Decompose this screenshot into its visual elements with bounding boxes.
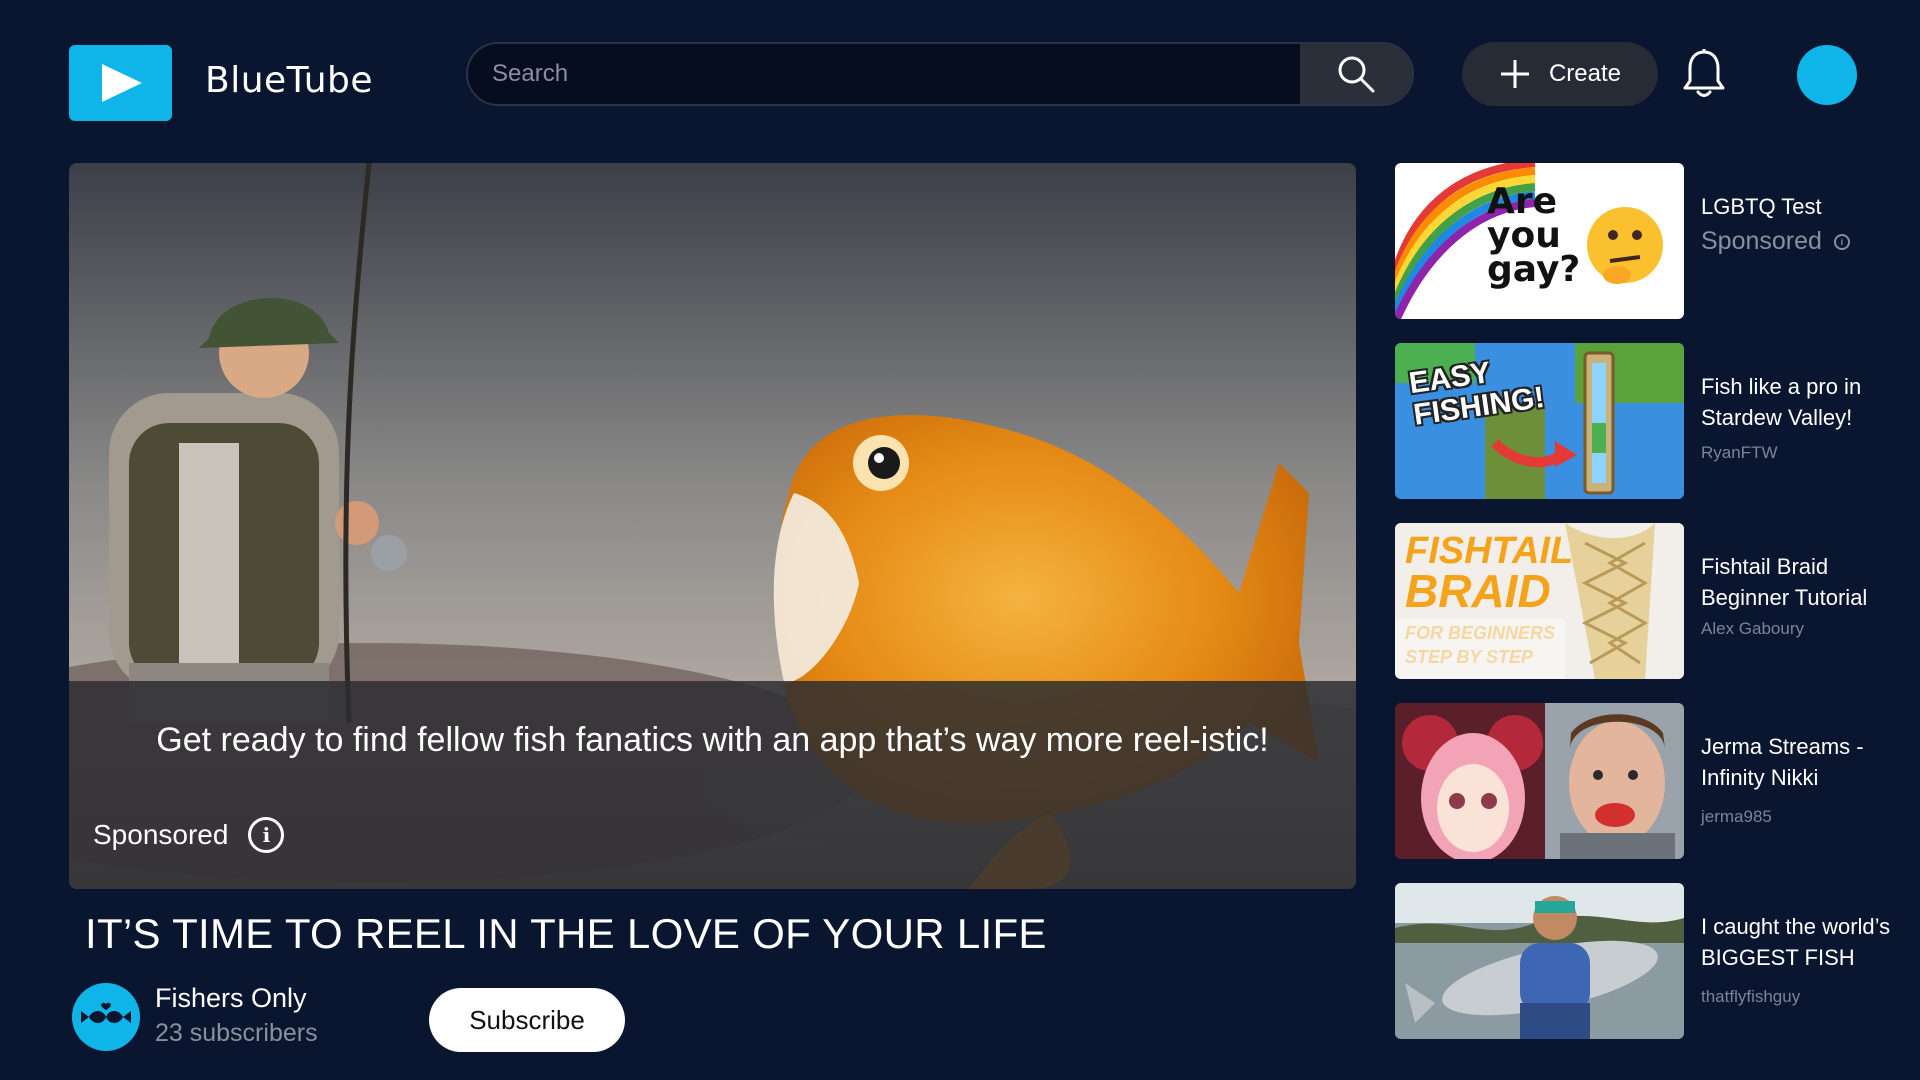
play-logo-icon	[101, 64, 142, 102]
channel-name[interactable]: Fishers Only	[155, 983, 307, 1014]
video-caption-overlay: Get ready to find fellow fish fanatics w…	[69, 681, 1356, 889]
thumb-text: BRAID	[1405, 565, 1551, 617]
sidebar-item-title: Jerma Streams - Infinity Nikki	[1701, 734, 1864, 790]
sidebar-item-jerma-streams[interactable]: Jerma Streams - Infinity Nikki jerma985	[1395, 703, 1910, 859]
channel-name[interactable]: jerma985	[1701, 807, 1772, 827]
sponsored-indicator: Sponsored i	[93, 817, 285, 853]
channel-name[interactable]: Alex Gaboury	[1701, 619, 1804, 639]
thumb-text: FOR BEGINNERS	[1405, 623, 1556, 643]
sidebar-item-title: Fish like a pro in Stardew Valley!	[1701, 374, 1862, 430]
search-input[interactable]	[468, 44, 1300, 104]
video-thumbnail: EASY FISHING!	[1395, 343, 1684, 499]
sidebar-item-title: LGBTQ Test	[1701, 194, 1822, 219]
thumb-text: you	[1487, 215, 1561, 256]
stream-image	[1395, 703, 1684, 859]
sponsored-indicator: Sponsored i	[1701, 227, 1850, 256]
video-caption: Get ready to find fellow fish fanatics w…	[156, 721, 1269, 759]
video-thumbnail: FISHTAIL BRAID FOR BEGINNERS STEP BY STE…	[1395, 523, 1684, 679]
brand-logo[interactable]	[69, 45, 172, 121]
subscriber-count: 23 subscribers	[155, 1019, 318, 1047]
channel-avatar[interactable]	[72, 983, 140, 1051]
video-thumbnail: Are you gay?	[1395, 163, 1684, 319]
subscribe-button[interactable]: Subscribe	[429, 988, 625, 1052]
sidebar-item-lgbtq-test[interactable]: Are you gay? LGBTQ Test Sponsored i	[1395, 163, 1910, 319]
thumb-text: STEP BY STEP	[1405, 647, 1534, 667]
video-thumbnail	[1395, 883, 1684, 1039]
info-icon[interactable]: i	[248, 817, 285, 853]
sidebar-item-title: I caught the world’s BIGGEST FISH	[1701, 914, 1891, 970]
user-avatar[interactable]	[1797, 45, 1857, 105]
search-icon	[1338, 56, 1375, 93]
search-bar	[466, 42, 1414, 106]
big-fish-image	[1395, 883, 1684, 1039]
info-icon[interactable]: i	[1833, 233, 1850, 250]
sponsored-label: Sponsored	[1701, 227, 1822, 255]
bell-icon[interactable]	[1682, 48, 1726, 100]
thumb-text: Are	[1487, 181, 1558, 222]
plus-icon	[1500, 60, 1529, 88]
video-title: IT’S TIME TO REEL IN THE LOVE OF YOUR LI…	[85, 910, 1047, 957]
sidebar-item-stardew-fishing[interactable]: EASY FISHING! Fish like a pro in Stardew…	[1395, 343, 1910, 499]
sidebar-item-biggest-fish[interactable]: I caught the world’s BIGGEST FISH thatfl…	[1395, 883, 1910, 1039]
video-thumbnail	[1395, 703, 1684, 859]
create-button[interactable]: Create	[1462, 42, 1658, 106]
thumb-text: gay?	[1487, 249, 1581, 290]
brand-name[interactable]: BlueTube	[205, 60, 373, 101]
sponsored-label: Sponsored	[93, 819, 229, 850]
sidebar-item-title: Fishtail Braid Beginner Tutorial	[1701, 554, 1868, 610]
fish-logo-icon	[81, 1002, 131, 1023]
channel-name[interactable]: RyanFTW	[1701, 443, 1778, 463]
sidebar-item-fishtail-braid[interactable]: FISHTAIL BRAID FOR BEGINNERS STEP BY STE…	[1395, 523, 1910, 679]
create-label: Create	[1548, 60, 1622, 87]
video-player[interactable]: Get ready to find fellow fish fanatics w…	[69, 163, 1356, 889]
search-button[interactable]	[1300, 44, 1412, 104]
channel-name[interactable]: thatflyfishguy	[1701, 987, 1800, 1007]
